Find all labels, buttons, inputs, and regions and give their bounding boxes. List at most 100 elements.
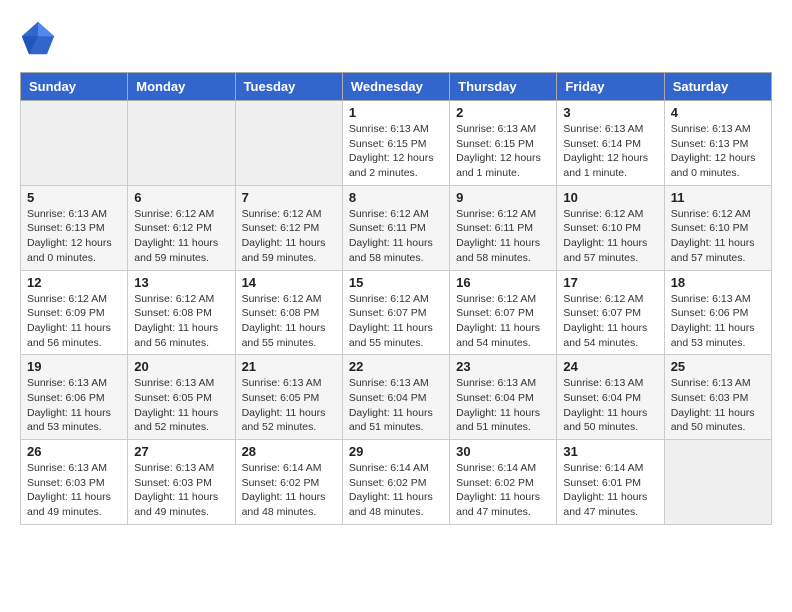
page-header [20, 20, 772, 56]
calendar-cell [128, 101, 235, 186]
calendar-cell: 31Sunrise: 6:14 AM Sunset: 6:01 PM Dayli… [557, 440, 664, 525]
calendar-cell [664, 440, 771, 525]
calendar-week-1: 1 Sunrise: 6:13 AM Sunset: 6:15 PM Daylig… [21, 101, 772, 186]
day-number: 15 [349, 275, 443, 290]
day-number: 31 [563, 444, 657, 459]
calendar-cell: 19 Sunrise: 6:13 AM Sunset: 6:06 PM Dayli… [21, 355, 128, 440]
calendar: SundayMondayTuesdayWednesdayThursdayFrid… [20, 72, 772, 525]
calendar-week-4: 19 Sunrise: 6:13 AM Sunset: 6:06 PM Dayli… [21, 355, 772, 440]
day-number: 23 [456, 359, 550, 374]
calendar-cell: 28 Sunrise: 6:14 AM Sunset: 6:02 PM Dayli… [235, 440, 342, 525]
weekday-header-monday: Monday [128, 73, 235, 101]
day-info: Sunrise: 6:14 AM Sunset: 6:02 PM Dayligh… [242, 461, 336, 520]
weekday-header-wednesday: Wednesday [342, 73, 449, 101]
day-number: 28 [242, 444, 336, 459]
day-info: Sunrise: 6:12 AM Sunset: 6:07 PM Dayligh… [563, 292, 657, 351]
weekday-header-sunday: Sunday [21, 73, 128, 101]
day-number: 5 [27, 190, 121, 205]
weekday-header-friday: Friday [557, 73, 664, 101]
day-info: Sunrise: 6:13 AM Sunset: 6:03 PM Dayligh… [27, 461, 121, 520]
day-info: Sunrise: 6:12 AM Sunset: 6:10 PM Dayligh… [563, 207, 657, 266]
day-number: 18 [671, 275, 765, 290]
calendar-cell: 9 Sunrise: 6:12 AM Sunset: 6:11 PM Daylig… [450, 185, 557, 270]
day-number: 14 [242, 275, 336, 290]
calendar-cell: 29 Sunrise: 6:14 AM Sunset: 6:02 PM Dayli… [342, 440, 449, 525]
day-info: Sunrise: 6:13 AM Sunset: 6:15 PM Dayligh… [349, 122, 443, 181]
day-number: 6 [134, 190, 228, 205]
day-number: 3 [563, 105, 657, 120]
day-info: Sunrise: 6:12 AM Sunset: 6:11 PM Dayligh… [456, 207, 550, 266]
day-info: Sunrise: 6:12 AM Sunset: 6:12 PM Dayligh… [242, 207, 336, 266]
calendar-week-3: 12Sunrise: 6:12 AM Sunset: 6:09 PM Dayli… [21, 270, 772, 355]
day-info: Sunrise: 6:12 AM Sunset: 6:08 PM Dayligh… [242, 292, 336, 351]
calendar-cell [235, 101, 342, 186]
calendar-cell: 30 Sunrise: 6:14 AM Sunset: 6:02 PM Dayli… [450, 440, 557, 525]
calendar-cell: 11Sunrise: 6:12 AM Sunset: 6:10 PM Dayli… [664, 185, 771, 270]
day-info: Sunrise: 6:13 AM Sunset: 6:04 PM Dayligh… [349, 376, 443, 435]
day-info: Sunrise: 6:13 AM Sunset: 6:04 PM Dayligh… [563, 376, 657, 435]
calendar-cell: 8 Sunrise: 6:12 AM Sunset: 6:11 PM Daylig… [342, 185, 449, 270]
calendar-cell [21, 101, 128, 186]
calendar-cell: 26Sunrise: 6:13 AM Sunset: 6:03 PM Dayli… [21, 440, 128, 525]
calendar-cell: 2Sunrise: 6:13 AM Sunset: 6:15 PM Daylig… [450, 101, 557, 186]
day-number: 22 [349, 359, 443, 374]
day-info: Sunrise: 6:13 AM Sunset: 6:05 PM Dayligh… [134, 376, 228, 435]
day-number: 9 [456, 190, 550, 205]
day-number: 27 [134, 444, 228, 459]
day-info: Sunrise: 6:14 AM Sunset: 6:02 PM Dayligh… [456, 461, 550, 520]
day-number: 1 [349, 105, 443, 120]
day-number: 24 [563, 359, 657, 374]
day-info: Sunrise: 6:13 AM Sunset: 6:06 PM Dayligh… [27, 376, 121, 435]
day-number: 4 [671, 105, 765, 120]
day-number: 19 [27, 359, 121, 374]
day-info: Sunrise: 6:13 AM Sunset: 6:13 PM Dayligh… [27, 207, 121, 266]
weekday-header-thursday: Thursday [450, 73, 557, 101]
calendar-cell: 12Sunrise: 6:12 AM Sunset: 6:09 PM Dayli… [21, 270, 128, 355]
logo [20, 20, 62, 56]
day-info: Sunrise: 6:13 AM Sunset: 6:05 PM Dayligh… [242, 376, 336, 435]
day-info: Sunrise: 6:12 AM Sunset: 6:09 PM Dayligh… [27, 292, 121, 351]
calendar-cell: 27 Sunrise: 6:13 AM Sunset: 6:03 PM Dayli… [128, 440, 235, 525]
day-info: Sunrise: 6:12 AM Sunset: 6:07 PM Dayligh… [349, 292, 443, 351]
day-info: Sunrise: 6:12 AM Sunset: 6:12 PM Dayligh… [134, 207, 228, 266]
calendar-cell: 20 Sunrise: 6:13 AM Sunset: 6:05 PM Dayli… [128, 355, 235, 440]
day-number: 13 [134, 275, 228, 290]
calendar-cell: 24 Sunrise: 6:13 AM Sunset: 6:04 PM Dayli… [557, 355, 664, 440]
weekday-header-row: SundayMondayTuesdayWednesdayThursdayFrid… [21, 73, 772, 101]
calendar-cell: 21 Sunrise: 6:13 AM Sunset: 6:05 PM Dayli… [235, 355, 342, 440]
day-number: 2 [456, 105, 550, 120]
day-info: Sunrise: 6:14 AM Sunset: 6:02 PM Dayligh… [349, 461, 443, 520]
weekday-header-saturday: Saturday [664, 73, 771, 101]
day-info: Sunrise: 6:13 AM Sunset: 6:04 PM Dayligh… [456, 376, 550, 435]
day-info: Sunrise: 6:13 AM Sunset: 6:06 PM Dayligh… [671, 292, 765, 351]
day-info: Sunrise: 6:13 AM Sunset: 6:13 PM Dayligh… [671, 122, 765, 181]
calendar-cell: 7 Sunrise: 6:12 AM Sunset: 6:12 PM Daylig… [235, 185, 342, 270]
day-number: 16 [456, 275, 550, 290]
day-number: 21 [242, 359, 336, 374]
calendar-cell: 17 Sunrise: 6:12 AM Sunset: 6:07 PM Dayli… [557, 270, 664, 355]
day-number: 11 [671, 190, 765, 205]
calendar-cell: 15 Sunrise: 6:12 AM Sunset: 6:07 PM Dayli… [342, 270, 449, 355]
calendar-week-5: 26Sunrise: 6:13 AM Sunset: 6:03 PM Dayli… [21, 440, 772, 525]
calendar-cell: 25 Sunrise: 6:13 AM Sunset: 6:03 PM Dayli… [664, 355, 771, 440]
day-info: Sunrise: 6:12 AM Sunset: 6:11 PM Dayligh… [349, 207, 443, 266]
calendar-cell: 23 Sunrise: 6:13 AM Sunset: 6:04 PM Dayli… [450, 355, 557, 440]
day-number: 29 [349, 444, 443, 459]
day-info: Sunrise: 6:12 AM Sunset: 6:07 PM Dayligh… [456, 292, 550, 351]
calendar-cell: 4 Sunrise: 6:13 AM Sunset: 6:13 PM Daylig… [664, 101, 771, 186]
day-number: 10 [563, 190, 657, 205]
day-number: 30 [456, 444, 550, 459]
day-number: 17 [563, 275, 657, 290]
calendar-cell: 16 Sunrise: 6:12 AM Sunset: 6:07 PM Dayli… [450, 270, 557, 355]
calendar-cell: 13Sunrise: 6:12 AM Sunset: 6:08 PM Dayli… [128, 270, 235, 355]
calendar-cell: 10 Sunrise: 6:12 AM Sunset: 6:10 PM Dayli… [557, 185, 664, 270]
day-number: 7 [242, 190, 336, 205]
day-number: 20 [134, 359, 228, 374]
day-info: Sunrise: 6:13 AM Sunset: 6:03 PM Dayligh… [671, 376, 765, 435]
day-number: 8 [349, 190, 443, 205]
calendar-cell: 5 Sunrise: 6:13 AM Sunset: 6:13 PM Daylig… [21, 185, 128, 270]
calendar-cell: 3Sunrise: 6:13 AM Sunset: 6:14 PM Daylig… [557, 101, 664, 186]
calendar-cell: 6 Sunrise: 6:12 AM Sunset: 6:12 PM Daylig… [128, 185, 235, 270]
day-info: Sunrise: 6:13 AM Sunset: 6:03 PM Dayligh… [134, 461, 228, 520]
day-number: 25 [671, 359, 765, 374]
